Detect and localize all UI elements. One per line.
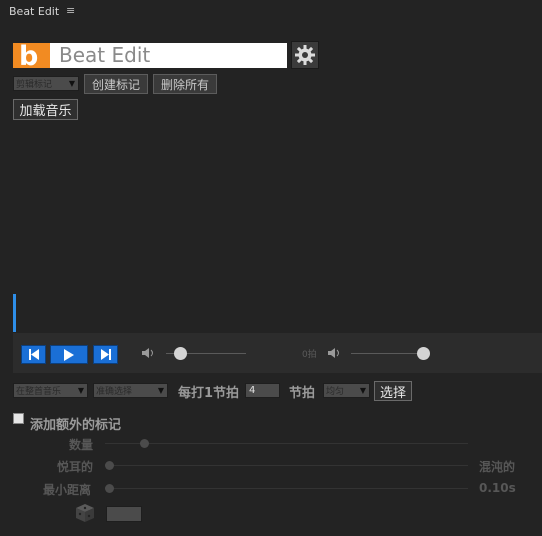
min-distance-value: 0.10s — [479, 481, 516, 495]
beat-unit-label: 节拍 — [289, 386, 316, 401]
dropdown-arrow-icon: ▼ — [77, 386, 84, 395]
dropdown-arrow-icon: ▼ — [359, 386, 366, 395]
play-button[interactable] — [50, 345, 88, 364]
skip-back-button[interactable] — [21, 345, 46, 364]
min-distance-slider-track[interactable] — [105, 488, 468, 489]
beat-count-label: 0拍 — [302, 350, 317, 360]
volume-icon-2 — [328, 348, 339, 358]
beats-value-input[interactable]: 4 — [245, 383, 280, 398]
skip-forward-button[interactable] — [93, 345, 118, 364]
add-extra-label: 添加额外的标记 — [30, 418, 122, 433]
precision-select-value: 准确选择 — [96, 387, 133, 397]
panel-tab-title[interactable]: Beat Edit — [9, 5, 59, 18]
skip-back-icon — [28, 349, 39, 360]
distribution-select[interactable]: 均匀 ▼ — [323, 383, 370, 398]
logo-icon: b — [19, 41, 39, 72]
scope-select-value: 在整首音乐 — [16, 387, 62, 397]
timeline-playhead[interactable] — [13, 294, 16, 332]
skip-forward-icon — [100, 349, 111, 360]
volume-icon — [142, 348, 153, 358]
count-label: 数量 — [69, 438, 94, 452]
pleasant-slider-track[interactable] — [105, 465, 468, 466]
chaotic-label: 混沌的 — [479, 460, 516, 474]
add-extra-checkbox[interactable] — [13, 413, 24, 424]
delete-all-button[interactable]: 删除所有 — [153, 74, 217, 94]
settings-button[interactable] — [291, 41, 319, 69]
mode-select[interactable]: 剪辑标记 ▼ — [13, 76, 79, 91]
scope-select[interactable]: 在整首音乐 ▼ — [13, 383, 88, 398]
pleasant-slider-knob[interactable] — [105, 461, 114, 470]
min-distance-slider-knob[interactable] — [105, 484, 114, 493]
volume-slider-2-knob[interactable] — [417, 347, 430, 360]
app-title: Beat Edit — [59, 43, 151, 67]
dropdown-arrow-icon: ▼ — [68, 79, 75, 88]
beats-per-label: 每打1节拍 — [178, 386, 240, 401]
load-music-button[interactable]: 加载音乐 — [13, 99, 78, 120]
create-marker-button[interactable]: 创建标记 — [84, 74, 148, 94]
seed-input[interactable] — [106, 506, 142, 522]
play-icon — [64, 348, 74, 361]
gear-icon — [295, 45, 315, 65]
mode-select-value: 剪辑标记 — [16, 80, 53, 90]
dropdown-arrow-icon: ▼ — [157, 386, 164, 395]
volume-slider-knob[interactable] — [174, 347, 187, 360]
panel-menu-icon[interactable]: ≡ — [66, 4, 75, 17]
min-distance-label: 最小距离 — [43, 483, 92, 497]
pleasant-label: 悦耳的 — [57, 460, 94, 474]
dice-icon[interactable] — [74, 502, 96, 524]
distribution-select-value: 均匀 — [326, 387, 345, 397]
count-slider-knob[interactable] — [140, 439, 149, 448]
precision-select[interactable]: 准确选择 ▼ — [93, 383, 168, 398]
count-slider-track[interactable] — [105, 443, 468, 444]
select-button[interactable]: 选择 — [374, 381, 412, 401]
